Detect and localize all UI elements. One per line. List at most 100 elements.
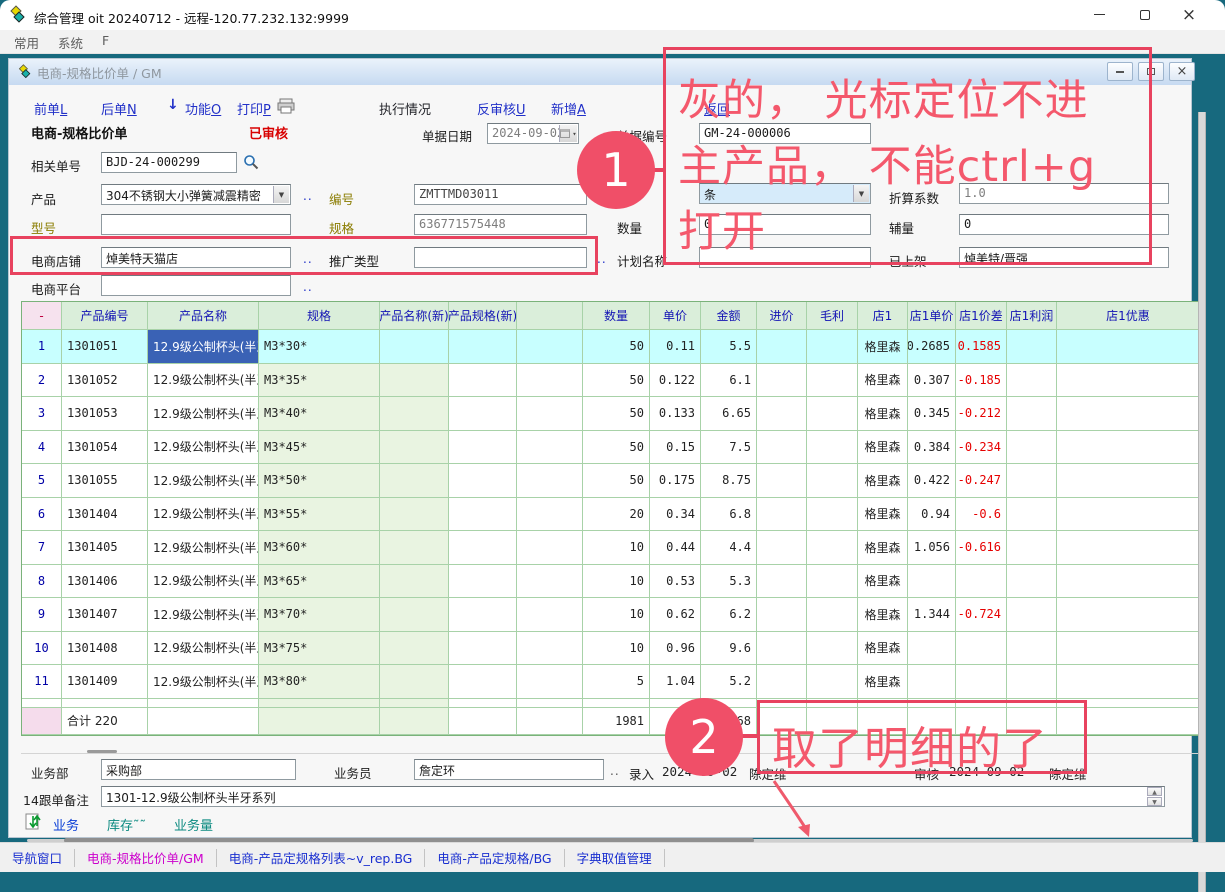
menu-item-1[interactable]: 系统 (58, 33, 83, 52)
grid-cell-s1diff[interactable]: -0.6 (956, 498, 1007, 532)
grid-cell-name_new[interactable] (380, 708, 449, 735)
grid-header-profit[interactable]: 毛利 (807, 302, 858, 330)
grid-cell-no[interactable]: 3 (22, 397, 62, 431)
grid-cell-qty[interactable]: 10 (583, 531, 650, 565)
grid-cell-cost[interactable] (757, 665, 807, 699)
grid-cell-code[interactable]: 1301409 (62, 665, 148, 699)
grid-cell-code[interactable]: 1301055 (62, 464, 148, 498)
grid-cell-spec_new[interactable] (449, 632, 517, 666)
platform-field[interactable] (101, 275, 291, 296)
grid-cell-spec[interactable]: M3*70* (259, 598, 380, 632)
table-row[interactable]: 5130105512.9级公制杯头(半牙)M3*50*500.1758.75格里… (22, 464, 1198, 498)
grid-header-s1diff[interactable]: 店1价差 (956, 302, 1007, 330)
next-bill-button[interactable]: 后单N (101, 99, 137, 118)
unaudit-button[interactable]: 反审核U (477, 99, 526, 118)
grid-cell-s1disc[interactable] (1057, 330, 1200, 364)
grid-cell-spec_new[interactable] (449, 431, 517, 465)
grid-cell-no[interactable] (22, 708, 62, 735)
grid-cell-no[interactable]: 9 (22, 598, 62, 632)
grid-cell-s1disc[interactable] (1057, 364, 1200, 398)
grid-cell-name[interactable]: 12.9级公制杯头(半牙) (148, 498, 259, 532)
grid-cell-spec_new[interactable] (449, 364, 517, 398)
grid-cell-code[interactable] (62, 699, 148, 708)
grid-cell-code[interactable]: 1301051 (62, 330, 148, 364)
table-row[interactable]: 3130105312.9级公制杯头(半牙)M3*40*500.1336.65格里… (22, 397, 1198, 431)
grid-cell-s1diff[interactable]: -0.212 (956, 397, 1007, 431)
grid-cell-no[interactable] (22, 699, 62, 708)
grid-header-no[interactable]: - (22, 302, 62, 330)
grid-cell-s1profit[interactable] (1007, 665, 1057, 699)
grid-cell-name_new[interactable] (380, 330, 449, 364)
grid-cell-name[interactable]: 12.9级公制杯头(半牙) (148, 598, 259, 632)
grid-cell-code[interactable]: 1301053 (62, 397, 148, 431)
grid-cell-cost[interactable] (757, 531, 807, 565)
grid-cell-name[interactable]: 12.9级公制杯头(半牙) (148, 330, 259, 364)
statusbar-tab-1[interactable]: 电商-规格比价单/GM (75, 848, 216, 867)
function-button[interactable]: 功能O (185, 99, 221, 118)
calendar-dropdown-icon[interactable]: ▾ (559, 125, 577, 142)
grid-cell-spec_new[interactable] (449, 565, 517, 599)
grid-cell-shop1[interactable]: 格里森 (858, 632, 908, 666)
grid-cell-shop1[interactable]: 格里森 (858, 330, 908, 364)
grid-header-s1profit[interactable]: 店1利润 (1007, 302, 1057, 330)
grid-cell-amount[interactable]: 6.8 (701, 498, 757, 532)
grid-cell-price[interactable]: 0.11 (650, 330, 701, 364)
table-row[interactable]: 7130140512.9级公制杯头(半牙)M3*60*100.444.4格里森1… (22, 531, 1198, 565)
grid-cell-s1disc[interactable] (1057, 632, 1200, 666)
grid-cell-spec[interactable] (259, 699, 380, 708)
grid-cell-profit[interactable] (807, 565, 858, 599)
grid-cell-code[interactable]: 1301052 (62, 364, 148, 398)
grid-cell-shop1[interactable]: 格里森 (858, 598, 908, 632)
grid-cell-shop1[interactable]: 格里森 (858, 531, 908, 565)
grid-cell-spec[interactable]: M3*80* (259, 665, 380, 699)
grid-cell-amount[interactable]: 9.6 (701, 632, 757, 666)
grid-cell-price[interactable]: 0.62 (650, 598, 701, 632)
search-icon[interactable] (243, 154, 259, 170)
grid-cell-s1price[interactable] (908, 632, 956, 666)
grid-cell-blank[interactable] (517, 431, 583, 465)
grid-cell-price[interactable]: 0.175 (650, 464, 701, 498)
grid-cell-code[interactable]: 1301407 (62, 598, 148, 632)
grid-cell-amount[interactable]: 6.1 (701, 364, 757, 398)
grid-cell-spec[interactable]: M3*35* (259, 364, 380, 398)
grid-cell-spec_new[interactable] (449, 397, 517, 431)
grid-header-blank[interactable] (517, 302, 583, 330)
grid-cell-s1profit[interactable] (1007, 498, 1057, 532)
grid-cell-cost[interactable] (757, 632, 807, 666)
spec-field[interactable]: 636771575448 (414, 214, 587, 235)
grid-cell-name[interactable]: 12.9级公制杯头(半牙) (148, 364, 259, 398)
person-lookup-dots[interactable]: .. (610, 764, 620, 778)
grid-cell-name_new[interactable] (380, 498, 449, 532)
grid-cell-spec[interactable] (259, 708, 380, 735)
grid-cell-no[interactable]: 2 (22, 364, 62, 398)
grid-cell-s1price[interactable]: 0.94 (908, 498, 956, 532)
promo-lookup-dots[interactable]: .. (597, 252, 607, 266)
grid-cell-name_new[interactable] (380, 598, 449, 632)
grid-header-amount[interactable]: 金额 (701, 302, 757, 330)
grid-cell-name_new[interactable] (380, 364, 449, 398)
grid-cell-spec[interactable]: M3*40* (259, 397, 380, 431)
grid-cell-spec_new[interactable] (449, 708, 517, 735)
grid-cell-qty[interactable]: 50 (583, 464, 650, 498)
grid-cell-cost[interactable] (757, 364, 807, 398)
grid-cell-qty[interactable]: 10 (583, 598, 650, 632)
statusbar-tab-3[interactable]: 电商-产品定规格/BG (425, 848, 563, 867)
grid-cell-shop1[interactable]: 格里森 (858, 397, 908, 431)
grid-cell-qty[interactable]: 20 (583, 498, 650, 532)
grid-cell-price[interactable]: 0.15 (650, 431, 701, 465)
grid-header-name[interactable]: 产品名称 (148, 302, 259, 330)
table-row[interactable]: 11130140912.9级公制杯头(半牙)M3*80*51.045.2格里森 (22, 665, 1198, 699)
grid-cell-cost[interactable] (757, 565, 807, 599)
grid-cell-qty[interactable]: 50 (583, 330, 650, 364)
grid-cell-name_new[interactable] (380, 531, 449, 565)
grid-cell-s1profit[interactable] (1007, 598, 1057, 632)
grid-cell-shop1[interactable]: 格里森 (858, 565, 908, 599)
grid-cell-code[interactable]: 1301404 (62, 498, 148, 532)
grid-cell-blank[interactable] (517, 632, 583, 666)
grid-cell-spec[interactable]: M3*75* (259, 632, 380, 666)
grid-cell-name[interactable]: 12.9级公制杯头(半牙) (148, 531, 259, 565)
grid-cell-amount[interactable]: 5.2 (701, 665, 757, 699)
grid-cell-code[interactable]: 1301054 (62, 431, 148, 465)
grid-cell-price[interactable]: 1.04 (650, 665, 701, 699)
minimize-button[interactable] (1078, 2, 1120, 27)
